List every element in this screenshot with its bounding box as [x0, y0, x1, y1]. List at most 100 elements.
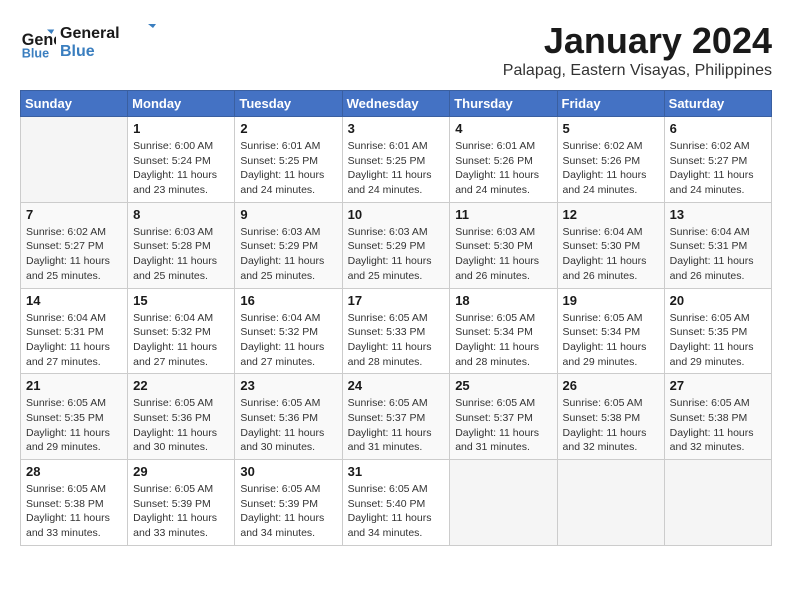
logo-svg: General Blue — [60, 20, 160, 60]
calendar-cell: 13 Sunrise: 6:04 AM Sunset: 5:31 PM Dayli… — [664, 202, 771, 288]
calendar-body: 1 Sunrise: 6:00 AM Sunset: 5:24 PM Daylig… — [21, 117, 772, 546]
calendar-cell: 14 Sunrise: 6:04 AM Sunset: 5:31 PM Dayli… — [21, 288, 128, 374]
day-number: 20 — [670, 293, 766, 308]
calendar-cell: 3Sunrise: 6:01 AM Sunset: 5:25 PM Daylig… — [342, 117, 450, 203]
day-number: 28 — [26, 464, 122, 479]
day-number: 26 — [563, 378, 659, 393]
day-info: Sunrise: 6:04 AM Sunset: 5:30 PM Dayligh… — [563, 225, 659, 284]
day-info: Sunrise: 6:05 AM Sunset: 5:38 PM Dayligh… — [563, 396, 659, 455]
day-info: Sunrise: 6:05 AM Sunset: 5:35 PM Dayligh… — [670, 311, 766, 370]
day-info: Sunrise: 6:04 AM Sunset: 5:31 PM Dayligh… — [670, 225, 766, 284]
day-number: 5 — [563, 121, 659, 136]
calendar-cell — [450, 460, 557, 546]
calendar-cell: 12Sunrise: 6:04 AM Sunset: 5:30 PM Dayli… — [557, 202, 664, 288]
calendar-cell: 18 Sunrise: 6:05 AM Sunset: 5:34 PM Dayli… — [450, 288, 557, 374]
calendar-cell: 20 Sunrise: 6:05 AM Sunset: 5:35 PM Dayli… — [664, 288, 771, 374]
day-info: Sunrise: 6:05 AM Sunset: 5:37 PM Dayligh… — [455, 396, 551, 455]
day-number: 9 — [240, 207, 336, 222]
day-info: Sunrise: 6:04 AM Sunset: 5:31 PM Dayligh… — [26, 311, 122, 370]
day-info: Sunrise: 6:02 AM Sunset: 5:27 PM Dayligh… — [26, 225, 122, 284]
calendar-cell — [664, 460, 771, 546]
logo-icon: General Blue — [20, 25, 56, 61]
svg-text:General: General — [60, 25, 120, 42]
calendar-cell: 23 Sunrise: 6:05 AM Sunset: 5:36 PM Dayli… — [235, 374, 342, 460]
day-info: Sunrise: 6:05 AM Sunset: 5:38 PM Dayligh… — [26, 482, 122, 541]
day-number: 8 — [133, 207, 229, 222]
calendar-cell: 8Sunrise: 6:03 AM Sunset: 5:28 PM Daylig… — [128, 202, 235, 288]
calendar-cell: 7Sunrise: 6:02 AM Sunset: 5:27 PM Daylig… — [21, 202, 128, 288]
calendar-cell: 17 Sunrise: 6:05 AM Sunset: 5:33 PM Dayli… — [342, 288, 450, 374]
day-number: 2 — [240, 121, 336, 136]
calendar-cell: 28 Sunrise: 6:05 AM Sunset: 5:38 PM Dayli… — [21, 460, 128, 546]
day-info: Sunrise: 6:02 AM Sunset: 5:26 PM Dayligh… — [563, 139, 659, 198]
calendar-cell: 24Sunrise: 6:05 AM Sunset: 5:37 PM Dayli… — [342, 374, 450, 460]
calendar-cell: 1 Sunrise: 6:00 AM Sunset: 5:24 PM Daylig… — [128, 117, 235, 203]
calendar-header-thursday: Thursday — [450, 91, 557, 117]
calendar-cell — [21, 117, 128, 203]
day-info: Sunrise: 6:05 AM Sunset: 5:39 PM Dayligh… — [133, 482, 229, 541]
calendar-cell — [557, 460, 664, 546]
calendar-week-1: 1 Sunrise: 6:00 AM Sunset: 5:24 PM Daylig… — [21, 117, 772, 203]
calendar-week-2: 7Sunrise: 6:02 AM Sunset: 5:27 PM Daylig… — [21, 202, 772, 288]
day-info: Sunrise: 6:04 AM Sunset: 5:32 PM Dayligh… — [240, 311, 336, 370]
svg-text:Blue: Blue — [60, 43, 95, 60]
calendar-header-friday: Friday — [557, 91, 664, 117]
calendar-week-5: 28 Sunrise: 6:05 AM Sunset: 5:38 PM Dayli… — [21, 460, 772, 546]
day-info: Sunrise: 6:05 AM Sunset: 5:36 PM Dayligh… — [240, 396, 336, 455]
day-info: Sunrise: 6:05 AM Sunset: 5:34 PM Dayligh… — [455, 311, 551, 370]
svg-text:Blue: Blue — [22, 46, 49, 60]
calendar-cell: 15Sunrise: 6:04 AM Sunset: 5:32 PM Dayli… — [128, 288, 235, 374]
location-subtitle: Palapag, Eastern Visayas, Philippines — [503, 62, 772, 80]
day-number: 3 — [348, 121, 445, 136]
calendar-week-4: 21 Sunrise: 6:05 AM Sunset: 5:35 PM Dayli… — [21, 374, 772, 460]
logo: General Blue General Blue — [20, 20, 160, 65]
day-info: Sunrise: 6:05 AM Sunset: 5:38 PM Dayligh… — [670, 396, 766, 455]
day-info: Sunrise: 6:03 AM Sunset: 5:29 PM Dayligh… — [240, 225, 336, 284]
day-info: Sunrise: 6:05 AM Sunset: 5:33 PM Dayligh… — [348, 311, 445, 370]
calendar-cell: 11 Sunrise: 6:03 AM Sunset: 5:30 PM Dayli… — [450, 202, 557, 288]
calendar-header-tuesday: Tuesday — [235, 91, 342, 117]
title-block: January 2024 Palapag, Eastern Visayas, P… — [503, 20, 772, 80]
day-number: 11 — [455, 207, 551, 222]
day-info: Sunrise: 6:03 AM Sunset: 5:30 PM Dayligh… — [455, 225, 551, 284]
day-number: 1 — [133, 121, 229, 136]
day-number: 18 — [455, 293, 551, 308]
day-info: Sunrise: 6:05 AM Sunset: 5:36 PM Dayligh… — [133, 396, 229, 455]
calendar-header-sunday: Sunday — [21, 91, 128, 117]
day-info: Sunrise: 6:05 AM Sunset: 5:39 PM Dayligh… — [240, 482, 336, 541]
calendar-header-row: SundayMondayTuesdayWednesdayThursdayFrid… — [21, 91, 772, 117]
calendar-cell: 25Sunrise: 6:05 AM Sunset: 5:37 PM Dayli… — [450, 374, 557, 460]
calendar-cell: 5 Sunrise: 6:02 AM Sunset: 5:26 PM Daylig… — [557, 117, 664, 203]
day-number: 13 — [670, 207, 766, 222]
day-number: 31 — [348, 464, 445, 479]
month-title: January 2024 — [503, 20, 772, 62]
calendar-header-saturday: Saturday — [664, 91, 771, 117]
day-info: Sunrise: 6:00 AM Sunset: 5:24 PM Dayligh… — [133, 139, 229, 198]
calendar-cell: 4Sunrise: 6:01 AM Sunset: 5:26 PM Daylig… — [450, 117, 557, 203]
day-info: Sunrise: 6:04 AM Sunset: 5:32 PM Dayligh… — [133, 311, 229, 370]
day-number: 10 — [348, 207, 445, 222]
day-number: 27 — [670, 378, 766, 393]
day-number: 21 — [26, 378, 122, 393]
calendar-table: SundayMondayTuesdayWednesdayThursdayFrid… — [20, 90, 772, 546]
calendar-week-3: 14 Sunrise: 6:04 AM Sunset: 5:31 PM Dayli… — [21, 288, 772, 374]
day-number: 16 — [240, 293, 336, 308]
day-info: Sunrise: 6:01 AM Sunset: 5:25 PM Dayligh… — [240, 139, 336, 198]
calendar-cell: 22 Sunrise: 6:05 AM Sunset: 5:36 PM Dayli… — [128, 374, 235, 460]
day-number: 29 — [133, 464, 229, 479]
calendar-cell: 2 Sunrise: 6:01 AM Sunset: 5:25 PM Daylig… — [235, 117, 342, 203]
day-number: 19 — [563, 293, 659, 308]
day-number: 30 — [240, 464, 336, 479]
calendar-cell: 16 Sunrise: 6:04 AM Sunset: 5:32 PM Dayli… — [235, 288, 342, 374]
calendar-cell: 9 Sunrise: 6:03 AM Sunset: 5:29 PM Daylig… — [235, 202, 342, 288]
day-info: Sunrise: 6:01 AM Sunset: 5:26 PM Dayligh… — [455, 139, 551, 198]
day-number: 14 — [26, 293, 122, 308]
day-number: 17 — [348, 293, 445, 308]
day-info: Sunrise: 6:02 AM Sunset: 5:27 PM Dayligh… — [670, 139, 766, 198]
day-info: Sunrise: 6:05 AM Sunset: 5:37 PM Dayligh… — [348, 396, 445, 455]
day-number: 23 — [240, 378, 336, 393]
calendar-cell: 27 Sunrise: 6:05 AM Sunset: 5:38 PM Dayli… — [664, 374, 771, 460]
day-number: 22 — [133, 378, 229, 393]
day-number: 6 — [670, 121, 766, 136]
day-info: Sunrise: 6:05 AM Sunset: 5:35 PM Dayligh… — [26, 396, 122, 455]
